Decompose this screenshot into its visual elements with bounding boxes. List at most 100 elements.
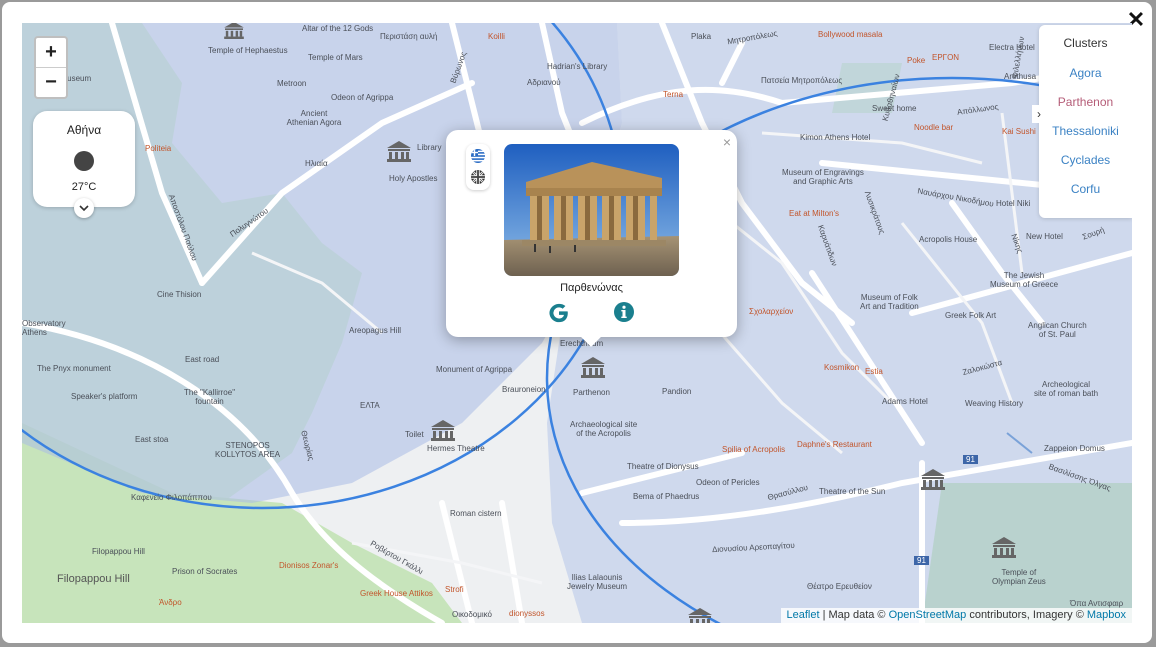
map-label: Οικοδομικό bbox=[452, 610, 492, 619]
attribution-text: | Map data © bbox=[819, 609, 889, 621]
map-attribution: Leaflet | Map data © OpenStreetMap contr… bbox=[780, 608, 1132, 623]
mapbox-link[interactable]: Mapbox bbox=[1087, 609, 1126, 621]
info-icon[interactable] bbox=[614, 302, 634, 322]
map-label: Daphne's Restaurant bbox=[797, 440, 872, 449]
map-label: New Hotel bbox=[1026, 232, 1063, 241]
map-label: Poke bbox=[907, 56, 926, 65]
google-icon[interactable] bbox=[548, 302, 570, 324]
map-label: Hermes Theatre bbox=[427, 444, 485, 453]
temple-marker-library[interactable] bbox=[385, 140, 413, 162]
temple-marker-parthenon[interactable] bbox=[579, 356, 607, 378]
map-label: Odeon of Pericles bbox=[696, 478, 760, 487]
map-label: Pandion bbox=[662, 387, 692, 396]
map-label: Brauroneion bbox=[502, 385, 546, 394]
cluster-item-parthenon[interactable]: Parthenon bbox=[1039, 95, 1132, 109]
map-view[interactable]: Altar of the 12 Gods Temple of Hephaestu… bbox=[22, 23, 1132, 623]
greek-flag-icon[interactable] bbox=[471, 149, 485, 163]
map-label: Areopagus Hill bbox=[349, 326, 402, 335]
cluster-item-agora[interactable]: Agora bbox=[1039, 66, 1132, 80]
map-label: The Jewish Museum of Greece bbox=[990, 271, 1059, 289]
map-label: Monument of Agrippa bbox=[436, 365, 513, 374]
place-popup: × Παρθενώνας bbox=[446, 130, 737, 347]
map-label: Bollywood masala bbox=[818, 30, 883, 39]
map-label: Observatory Athens bbox=[22, 319, 66, 337]
map-label: Roman cistern bbox=[450, 509, 502, 518]
temple-marker-zeus[interactable] bbox=[990, 536, 1018, 558]
map-label: Museum of Engravings and Graphic Arts bbox=[782, 168, 864, 186]
map-label: Altar of the 12 Gods bbox=[302, 24, 374, 33]
temple-marker-south[interactable] bbox=[686, 607, 714, 623]
map-label: Σχολαρχείον bbox=[749, 307, 794, 316]
map-label: Terna bbox=[663, 90, 684, 99]
temple-marker-hephaestus[interactable] bbox=[220, 23, 248, 39]
map-label: East stoa bbox=[135, 435, 169, 444]
zoom-control: + − bbox=[34, 36, 68, 99]
map-label: Greek House Attikos bbox=[360, 589, 433, 598]
map-label: STENOPOS KOLLYTOS AREA bbox=[215, 441, 281, 459]
cluster-item-cyclades[interactable]: Cyclades bbox=[1039, 153, 1132, 167]
weather-condition-icon bbox=[74, 151, 94, 171]
map-label: Plaka bbox=[691, 32, 712, 41]
temple-marker-hermes[interactable] bbox=[429, 419, 457, 441]
map-label: Prison of Socrates bbox=[172, 567, 238, 576]
cluster-item-thessaloniki[interactable]: Thessaloniki bbox=[1039, 124, 1132, 138]
map-label: Bema of Phaedrus bbox=[633, 492, 700, 501]
map-label: Cine Thision bbox=[157, 290, 202, 299]
map-label: Όπα Αντισφαιρ bbox=[1070, 599, 1124, 608]
map-label: Anglican Church of St. Paul bbox=[1028, 321, 1087, 339]
map-label: Koilli bbox=[488, 32, 505, 41]
map-label: Politeia bbox=[145, 144, 172, 153]
map-label: Hadrian's Library bbox=[547, 62, 608, 71]
map-label: Archaeological site of the Acropolis bbox=[570, 420, 638, 438]
map-label: Kimon Athens Hotel bbox=[800, 133, 871, 142]
map-label: Metroon bbox=[277, 79, 307, 88]
zoom-out-button[interactable]: − bbox=[36, 67, 66, 97]
map-label: The "Kallirroe" fountain bbox=[184, 388, 236, 406]
map-label: Ηλιαία bbox=[305, 159, 328, 168]
chevron-down-icon[interactable] bbox=[74, 198, 94, 218]
map-label: East road bbox=[185, 355, 220, 364]
map-label: Adams Hotel bbox=[882, 397, 928, 406]
map-label: Filopappou Hill bbox=[57, 573, 130, 585]
osm-link[interactable]: OpenStreetMap bbox=[889, 609, 967, 621]
language-switcher bbox=[466, 144, 490, 190]
map-label: Weaving History bbox=[965, 399, 1024, 408]
popup-close-button[interactable]: × bbox=[723, 134, 731, 150]
map-label: Parthenon bbox=[573, 388, 610, 397]
weather-city: Αθήνα bbox=[66, 123, 102, 137]
map-label: Library bbox=[417, 143, 442, 152]
map-label: Estia bbox=[865, 367, 883, 376]
map-label: Temple of Olympian Zeus bbox=[992, 568, 1046, 586]
map-label: Ilias Lalaounis Jewelry Museum bbox=[567, 573, 628, 591]
map-label: Temple of Mars bbox=[308, 53, 363, 62]
map-label: Πατσεία Μητροπόλεως bbox=[761, 76, 843, 85]
map-label: Sweet home bbox=[872, 104, 917, 113]
map-label: Περιστάση αυλή bbox=[380, 32, 438, 41]
map-label: dionyssos bbox=[509, 609, 545, 618]
temple-marker-plaka[interactable] bbox=[919, 468, 947, 490]
map-label: Spilia of Acropolis bbox=[722, 445, 786, 454]
map-label: Holy Apostles bbox=[389, 174, 438, 183]
map-label: ΕΛΤΑ bbox=[360, 401, 380, 410]
zoom-in-button[interactable]: + bbox=[36, 38, 66, 67]
map-label: Archeological site of roman bath bbox=[1034, 380, 1099, 398]
map-label: Toilet bbox=[405, 430, 424, 439]
leaflet-link[interactable]: Leaflet bbox=[787, 609, 820, 621]
road-shield: 91 bbox=[914, 556, 929, 565]
map-label: Kosmikon bbox=[824, 363, 860, 372]
map-label: Greek Folk Art bbox=[945, 311, 997, 320]
place-title: Παρθενώνας bbox=[560, 282, 623, 294]
map-label: Άνδρο bbox=[159, 598, 182, 607]
clusters-panel: › Clusters Agora Parthenon Thessaloniki … bbox=[1032, 25, 1132, 218]
map-label: Hotel Niki bbox=[996, 199, 1031, 208]
road-shield: 91 bbox=[963, 455, 978, 464]
place-photo bbox=[504, 144, 679, 276]
weather-widget: Αθήνα 27°C bbox=[33, 111, 135, 218]
map-label: Kai Sushi bbox=[1002, 127, 1036, 136]
map-label: Odeon of Agrippa bbox=[331, 93, 394, 102]
uk-flag-icon[interactable] bbox=[471, 170, 485, 184]
cluster-item-corfu[interactable]: Corfu bbox=[1039, 182, 1132, 196]
map-label: Dionisos Zonar's bbox=[279, 561, 339, 570]
map-label: Theatre of the Sun bbox=[819, 487, 886, 496]
map-label: Theatre of Dionysus bbox=[627, 462, 699, 471]
